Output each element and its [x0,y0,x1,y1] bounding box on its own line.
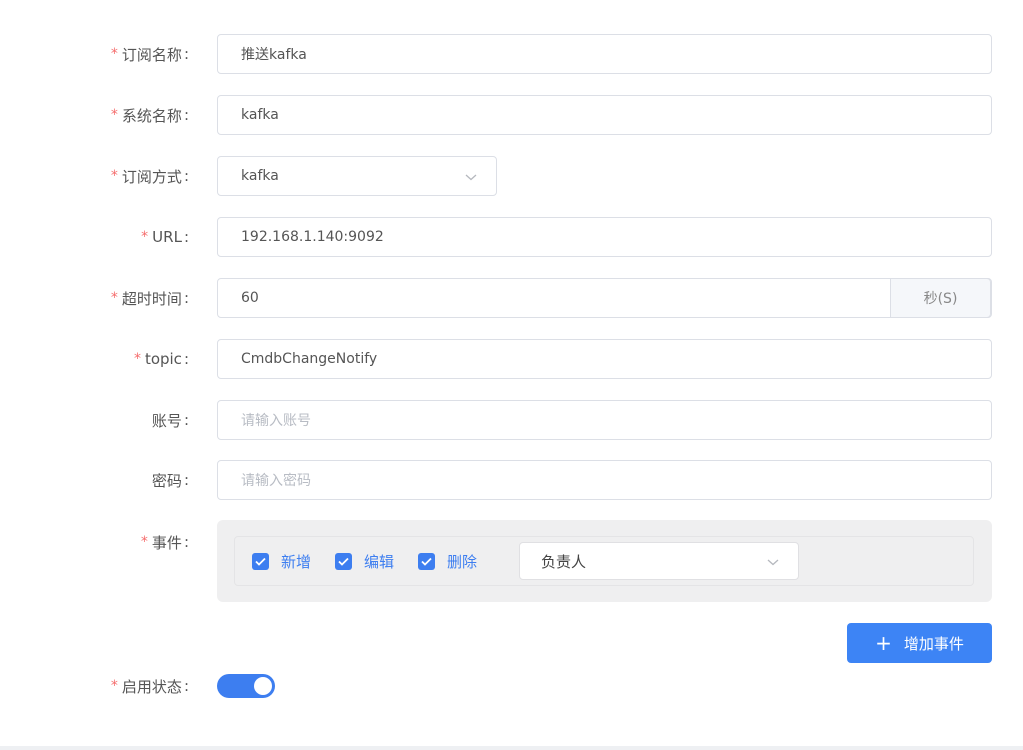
check-icon [418,552,436,570]
checkbox-delete[interactable]: 删除 [418,551,477,572]
timeout-input[interactable]: 60 秒(S) [217,278,992,318]
label-password: 密码 : [152,460,189,500]
label-colon: : [183,677,189,695]
label-colon: : [183,45,189,63]
label-subscription-method: * 订阅方式 : [111,156,189,196]
required-mark: * [141,229,149,245]
label-account: 账号 : [152,400,189,440]
label-colon: : [183,533,189,551]
row-timeout: * 超时时间 : 60 秒(S) [0,278,1023,318]
label-colon: : [183,350,189,368]
row-topic: * topic : CmdbChangeNotify [0,339,1023,379]
plus-icon: + [875,631,892,655]
input-value: CmdbChangeNotify [241,351,378,367]
required-mark: * [133,351,141,367]
row-url: * URL : 192.168.1.140:9092 [0,217,1023,257]
label-text: 密码 [151,471,182,490]
checkbox-add[interactable]: 新增 [252,551,311,572]
input-value: 192.168.1.140:9092 [241,229,384,245]
add-event-button[interactable]: + 增加事件 [847,623,992,663]
row-system-name: * 系统名称 : kafka [0,95,1023,135]
password-input[interactable]: 请输入密码 [217,460,992,500]
account-input[interactable]: 请输入账号 [217,400,992,440]
timeout-unit-suffix: 秒(S) [890,278,991,318]
button-label: 增加事件 [903,634,964,653]
event-container: 新增 编辑 删除 负责人 [217,520,992,602]
chevron-down-icon [465,174,477,181]
enable-status-toggle[interactable] [217,674,275,698]
row-enable-status: * 启用状态 : [0,666,1023,706]
required-mark: * [110,678,118,694]
system-name-input[interactable]: kafka [217,95,992,135]
checkbox-label: 编辑 [364,552,395,571]
row-events: * 事件 : 新增 编辑 删除 负责人 [0,520,1023,602]
label-text: 账号 [151,411,182,430]
label-colon: : [183,228,189,246]
input-value: 60 [241,290,259,306]
label-enable-status: * 启用状态 : [111,666,189,706]
subscription-method-select[interactable]: kafka [217,156,497,196]
topic-input[interactable]: CmdbChangeNotify [217,339,992,379]
label-colon: : [183,471,189,489]
label-url: * URL : [141,217,189,257]
input-value: kafka [241,107,279,123]
label-text: 事件 [151,533,182,552]
label-colon: : [183,106,189,124]
required-mark: * [110,290,118,306]
label-subscription-name: * 订阅名称 : [111,34,189,74]
label-text: 启用状态 [121,677,182,696]
input-placeholder: 请输入密码 [241,473,311,489]
label-colon: : [183,289,189,307]
input-value: 推送kafka [241,47,307,63]
owner-select[interactable]: 负责人 [519,542,800,580]
label-text: 系统名称 [121,106,182,125]
select-value: kafka [241,168,279,184]
label-text: topic [144,350,182,368]
label-text: 订阅方式 [121,167,182,186]
row-subscription-name: * 订阅名称 : 推送kafka [0,34,1023,74]
checkbox-label: 删除 [447,552,478,571]
check-icon [335,552,353,570]
row-password: 密码 : 请输入密码 [0,460,1023,500]
row-account: 账号 : 请输入账号 [0,400,1023,440]
required-mark: * [110,168,118,184]
required-mark: * [110,107,118,123]
subscription-name-input[interactable]: 推送kafka [217,34,992,74]
input-placeholder: 请输入账号 [241,413,311,429]
select-value: 负责人 [541,552,587,571]
bottom-divider [0,746,1023,750]
subscription-form: * 订阅名称 : 推送kafka * 系统名称 : kafka * 订阅方式 :… [0,0,1023,750]
check-icon [252,552,269,570]
label-events: * 事件 : [141,522,189,562]
label-system-name: * 系统名称 : [111,95,189,135]
chevron-down-icon [767,559,779,566]
label-colon: : [183,411,189,429]
event-item: 新增 编辑 删除 负责人 [234,536,974,586]
required-mark: * [110,46,118,62]
label-text: 超时时间 [121,289,182,308]
label-topic: * topic : [134,339,189,379]
label-colon: : [183,167,189,185]
toggle-knob [254,677,272,695]
label-text: URL [152,228,182,246]
checkbox-edit[interactable]: 编辑 [335,551,394,572]
checkbox-label: 新增 [281,552,312,571]
label-text: 订阅名称 [121,45,182,64]
label-timeout: * 超时时间 : [111,278,189,318]
required-mark: * [140,534,148,550]
url-input[interactable]: 192.168.1.140:9092 [217,217,992,257]
row-subscription-method: * 订阅方式 : kafka [0,156,1023,196]
